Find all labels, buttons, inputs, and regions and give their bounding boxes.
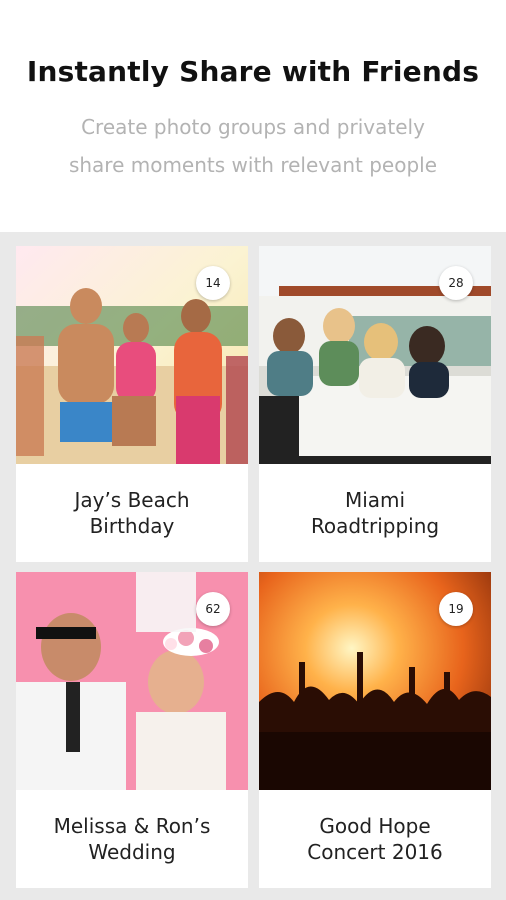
photo-group-grid: 14 Jay’s Beach Birthday 28 Miami Roadtri… xyxy=(0,232,506,900)
subtitle-line-2: share moments with relevant people xyxy=(68,153,438,177)
group-title: Jay’s Beach Birthday xyxy=(16,464,248,562)
photo-count-badge: 28 xyxy=(439,266,473,300)
group-title: Good Hope Concert 2016 xyxy=(259,790,491,888)
group-title-line-2: Wedding xyxy=(88,840,176,864)
group-title-line-1: Miami xyxy=(344,488,406,512)
photo-count-badge: 19 xyxy=(439,592,473,626)
group-title: Miami Roadtripping xyxy=(259,464,491,562)
group-title-line-2: Concert 2016 xyxy=(307,840,443,864)
group-title-line-1: Good Hope xyxy=(319,814,431,838)
group-card-concert[interactable]: 19 Good Hope Concert 2016 xyxy=(259,572,491,888)
page-subtitle: Create photo groups and privately share … xyxy=(0,108,506,184)
group-title-line-2: Birthday xyxy=(89,514,175,538)
intro-header: Instantly Share with Friends Create phot… xyxy=(0,0,506,232)
group-card-miami-roadtripping[interactable]: 28 Miami Roadtripping xyxy=(259,246,491,562)
photo-count-badge: 62 xyxy=(196,592,230,626)
group-title-line-1: Jay’s Beach xyxy=(74,488,190,512)
photo-count-badge: 14 xyxy=(196,266,230,300)
group-card-beach-birthday[interactable]: 14 Jay’s Beach Birthday xyxy=(16,246,248,562)
subtitle-line-1: Create photo groups and privately xyxy=(81,115,425,139)
group-title-line-2: Roadtripping xyxy=(310,514,440,538)
group-card-wedding[interactable]: 62 Melissa & Ron’s Wedding xyxy=(16,572,248,888)
page-title: Instantly Share with Friends xyxy=(26,55,480,88)
group-title: Melissa & Ron’s Wedding xyxy=(16,790,248,888)
group-title-line-1: Melissa & Ron’s xyxy=(53,814,211,838)
